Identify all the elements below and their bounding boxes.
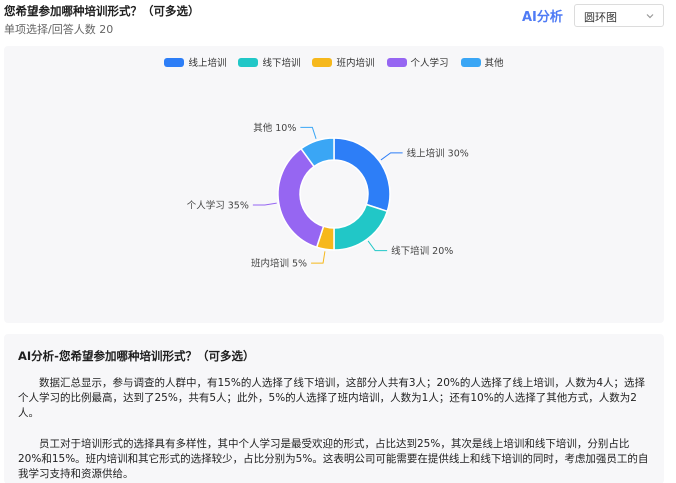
leader-line [300, 126, 317, 139]
data-label: 线下培训 20% [391, 245, 453, 257]
ai-analysis-panel: AI分析-您希望参加哪种培训形式？（可多选） 数据汇总显示，参与调查的人群中，有… [4, 334, 664, 483]
donut-slice[interactable] [333, 203, 389, 251]
leader-line [380, 152, 403, 161]
data-label: 班内培训 5% [251, 258, 307, 270]
question-subtitle: 单项选择/回答人数 20 [4, 23, 114, 36]
ai-analysis-button[interactable]: AI分析 [522, 6, 563, 25]
chart-type-select[interactable]: 圆环图 [574, 4, 664, 27]
data-label: 其他 10% [253, 122, 296, 134]
chart-type-value: 圆环图 [584, 11, 617, 24]
chart-panel: 线上培训 线下培训 班内培训 个人学习 其他 线上培训 30% 线下培训 20% 班内培训 … [4, 46, 664, 323]
chevron-down-icon [646, 14, 654, 19]
data-label: 个人学习 35% [187, 199, 249, 211]
leader-line [252, 202, 277, 206]
analysis-paragraph: 员工对于培训形式的选择具有多样性，其中个人学习是最受欢迎的形式，占比达到25%，… [18, 438, 649, 480]
leader-line [367, 240, 388, 252]
analysis-paragraph: 数据汇总显示，参与调查的人群中，有15%的人选择了线下培训，这部分人共有3人；2… [18, 377, 646, 419]
analysis-heading: AI分析-您希望参加哪种培训形式？（可多选） [18, 349, 255, 363]
donut-slice[interactable] [333, 137, 391, 213]
data-label: 线上培训 30% [407, 147, 469, 159]
leader-line [311, 251, 326, 264]
question-title: 您希望参加哪种培训形式？（可多选） [4, 4, 200, 18]
donut-chart: 线上培训 30% 线下培训 20% 班内培训 5% 个人学习 35% 其他 10% [187, 122, 469, 270]
